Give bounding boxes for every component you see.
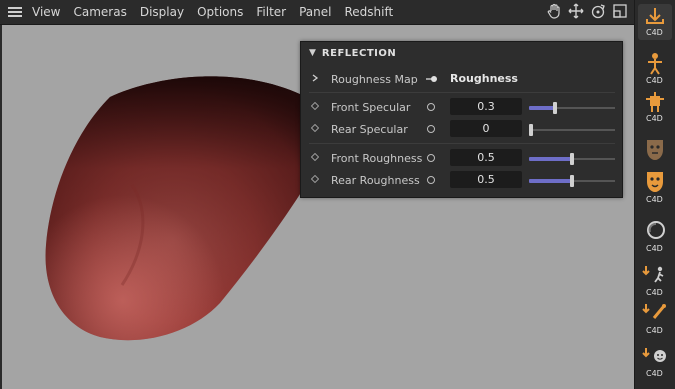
- slider-handle[interactable]: [570, 175, 574, 187]
- animate-toggle-icon[interactable]: [427, 125, 435, 133]
- menu-view[interactable]: View: [32, 5, 60, 19]
- svg-text:C4D: C4D: [646, 195, 663, 204]
- rear-roughness-field[interactable]: 0.5: [450, 171, 522, 188]
- motion-tool[interactable]: C4D: [638, 300, 672, 336]
- rear-specular-slider[interactable]: [529, 124, 615, 136]
- rear-specular-field[interactable]: 0: [450, 120, 522, 137]
- svg-text:C4D: C4D: [646, 244, 663, 253]
- slider-handle[interactable]: [553, 102, 557, 114]
- viewport-menu-bar: View Cameras Display Options Filter Pane…: [0, 0, 634, 25]
- maximize-view-icon[interactable]: [612, 3, 628, 19]
- hamburger-menu-icon[interactable]: [8, 7, 22, 17]
- reflection-section-header[interactable]: ▼ REFLECTION: [301, 42, 622, 64]
- app-window: View Cameras Display Options Filter Pane…: [0, 0, 675, 389]
- link-shader-icon[interactable]: [426, 75, 438, 83]
- collapse-chevron-icon[interactable]: ▼: [309, 48, 316, 58]
- svg-text:C4D: C4D: [646, 76, 663, 85]
- keyframe-diamond-icon[interactable]: [311, 153, 319, 161]
- section-title: REFLECTION: [321, 47, 397, 59]
- keyframe-diamond-icon[interactable]: [311, 175, 319, 183]
- menu-redshift[interactable]: Redshift: [344, 5, 393, 19]
- svg-text:C4D: C4D: [646, 114, 663, 123]
- svg-text:C4D: C4D: [646, 28, 663, 37]
- reflection-panel: ▼ REFLECTION Roughness Map Roughness Fro…: [300, 41, 623, 198]
- rear-specular-row: Rear Specular 0: [301, 120, 622, 140]
- roughness-map-value[interactable]: Roughness: [450, 72, 518, 85]
- move-arrows-icon[interactable]: [568, 3, 584, 19]
- keyframe-diamond-icon[interactable]: [311, 102, 319, 110]
- animate-toggle-icon[interactable]: [427, 103, 435, 111]
- rear-roughness-row: Rear Roughness 0.5: [301, 171, 622, 191]
- front-specular-label: Front Specular: [331, 101, 411, 114]
- front-specular-field[interactable]: 0.3: [450, 98, 522, 115]
- keyframe-diamond-icon[interactable]: [311, 124, 319, 132]
- front-roughness-label: Front Roughness: [331, 152, 423, 165]
- roughness-map-label: Roughness Map: [331, 73, 418, 86]
- front-specular-row: Front Specular 0.3: [301, 98, 622, 118]
- rear-roughness-slider[interactable]: [529, 175, 615, 187]
- sphere-tool[interactable]: C4D: [638, 218, 672, 254]
- face-mask-tool[interactable]: [638, 134, 672, 170]
- menu-panel[interactable]: Panel: [299, 5, 331, 19]
- svg-text:C4D: C4D: [646, 326, 663, 335]
- menu-filter[interactable]: Filter: [256, 5, 286, 19]
- tool-strip: C4D C4D C4D C4D C4D C4D C4D C4D: [634, 0, 675, 389]
- orbit-icon[interactable]: [590, 3, 606, 19]
- slider-handle[interactable]: [570, 153, 574, 165]
- svg-text:C4D: C4D: [646, 288, 663, 297]
- menu-options[interactable]: Options: [197, 5, 243, 19]
- rear-roughness-label: Rear Roughness: [331, 174, 420, 187]
- character-pose-tool[interactable]: C4D: [638, 88, 672, 124]
- menu-cameras[interactable]: Cameras: [73, 5, 126, 19]
- front-specular-slider[interactable]: [529, 102, 615, 114]
- face-mask-orange-tool[interactable]: C4D: [638, 168, 672, 204]
- animate-toggle-icon[interactable]: [427, 176, 435, 184]
- front-roughness-slider[interactable]: [529, 153, 615, 165]
- viewport-nav-icons: [546, 3, 628, 19]
- front-roughness-field[interactable]: 0.5: [450, 149, 522, 166]
- character-rig-tool[interactable]: C4D: [638, 50, 672, 86]
- face-expression-tool[interactable]: C4D: [638, 344, 672, 380]
- expand-arrow-icon[interactable]: [311, 74, 319, 82]
- divider: [309, 143, 615, 144]
- menu-display[interactable]: Display: [140, 5, 184, 19]
- svg-text:C4D: C4D: [646, 369, 663, 378]
- animate-toggle-icon[interactable]: [427, 154, 435, 162]
- rear-specular-label: Rear Specular: [331, 123, 408, 136]
- slider-handle[interactable]: [529, 124, 533, 136]
- divider: [309, 92, 615, 93]
- hand-pan-icon[interactable]: [546, 3, 562, 19]
- import-asset-tool[interactable]: C4D: [638, 4, 672, 40]
- roughness-map-row: Roughness Map Roughness: [301, 70, 622, 90]
- walk-animation-tool[interactable]: C4D: [638, 262, 672, 298]
- front-roughness-row: Front Roughness 0.5: [301, 149, 622, 169]
